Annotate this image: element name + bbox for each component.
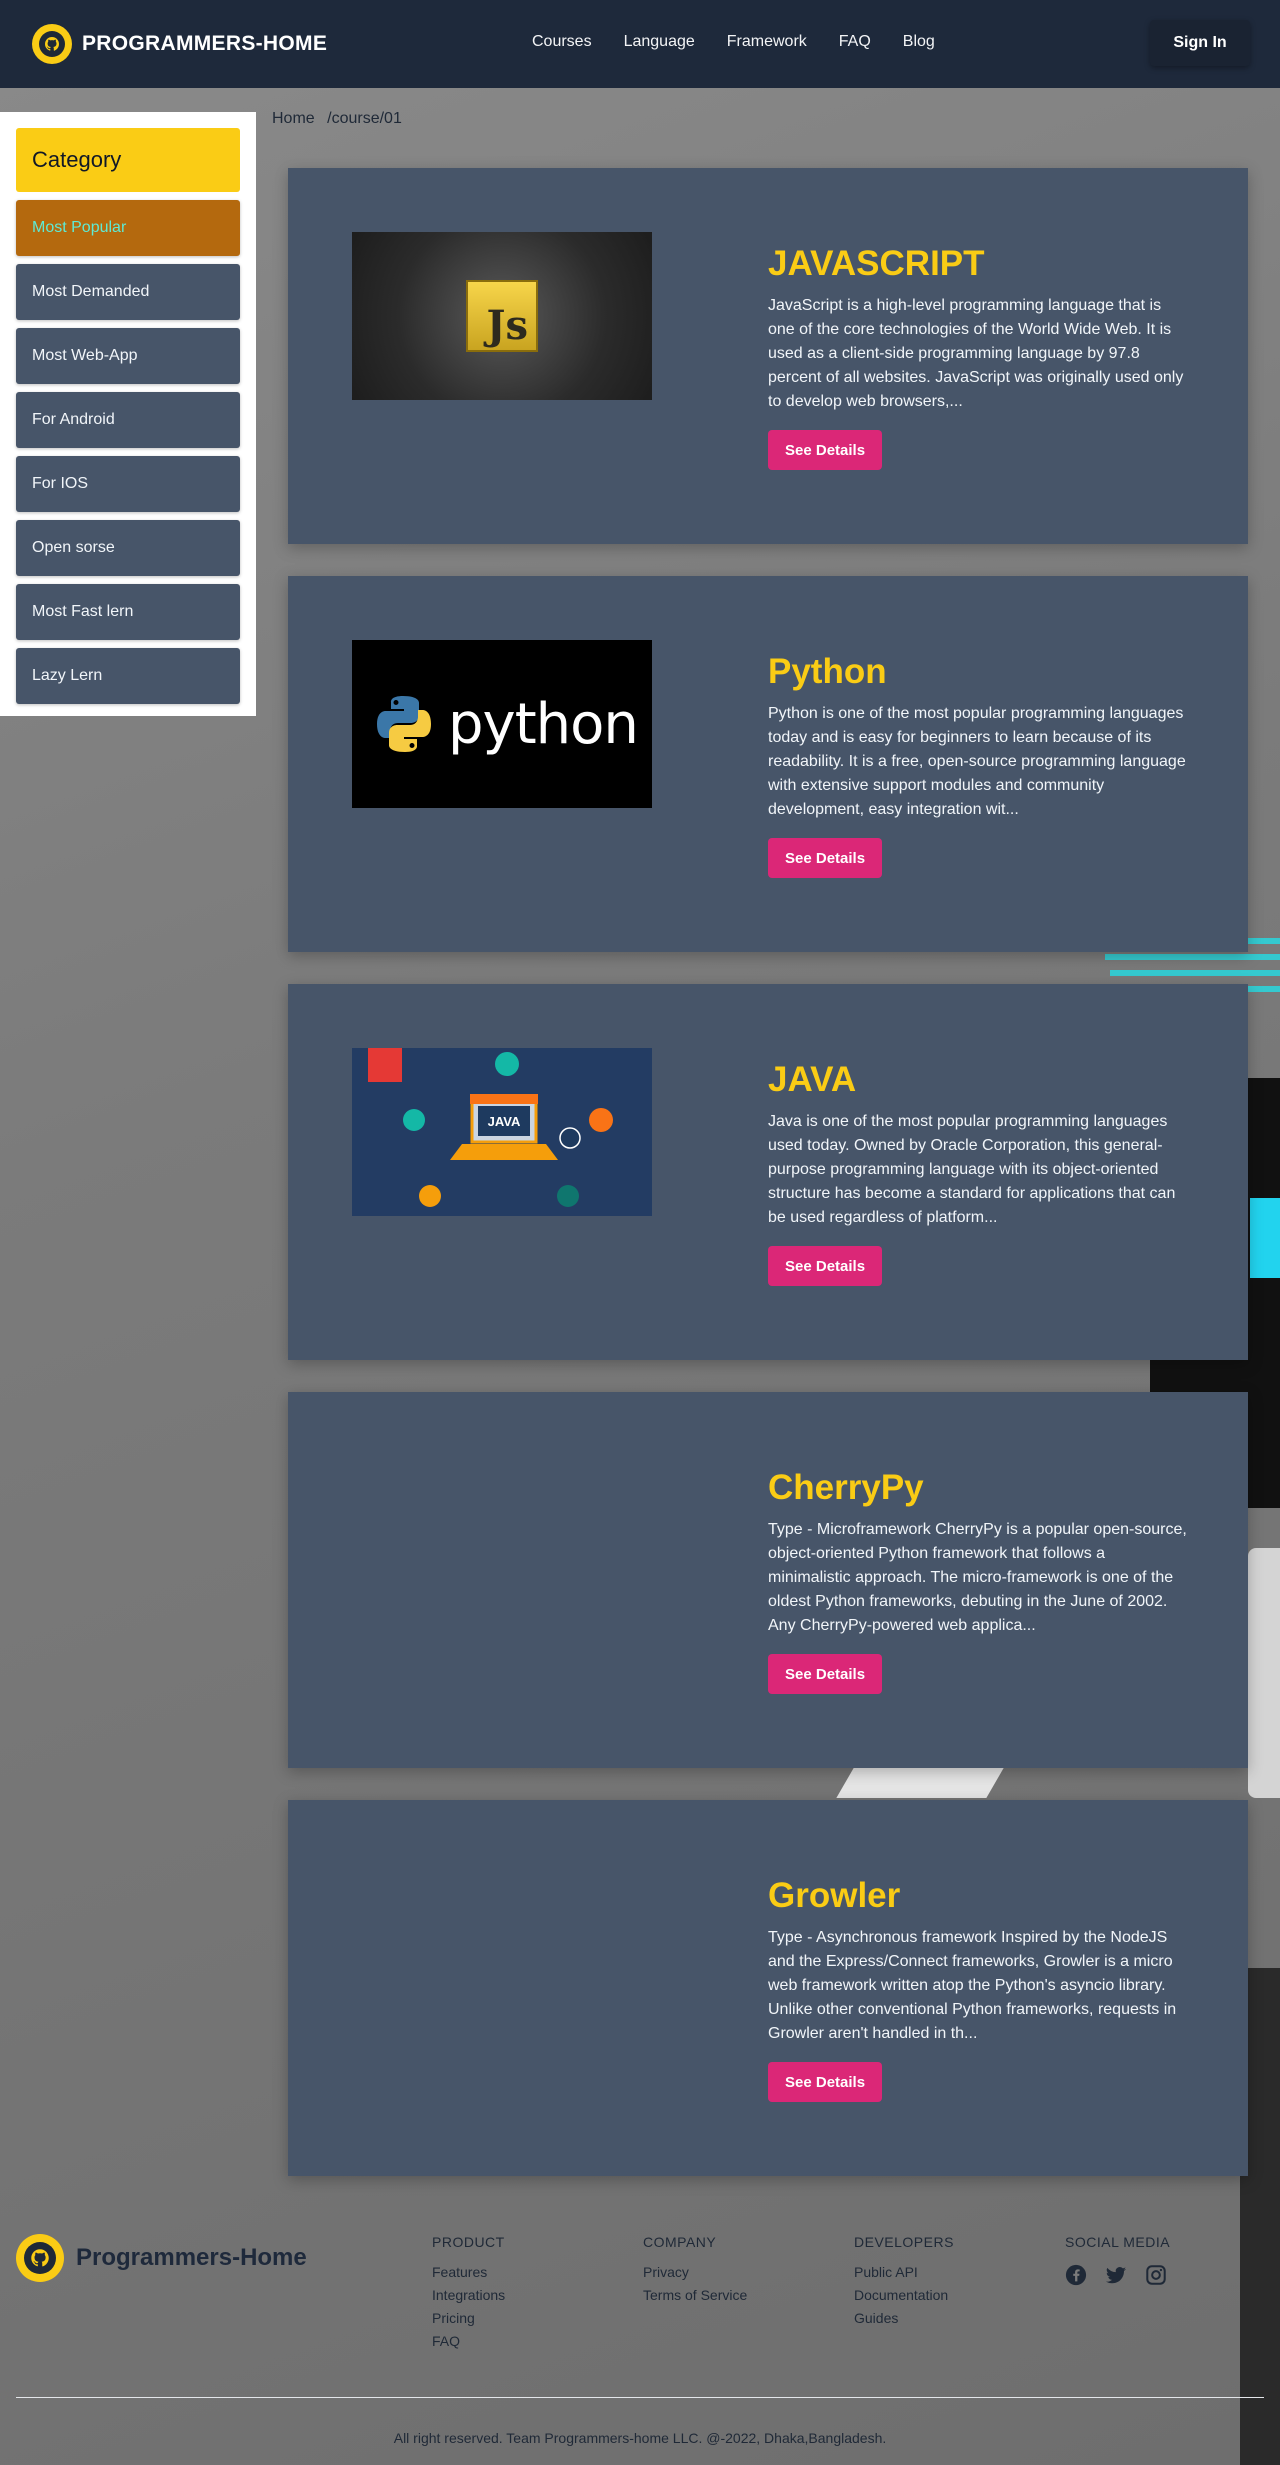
nav-blog[interactable]: Blog bbox=[903, 33, 935, 51]
course-title: CherryPy bbox=[768, 1468, 924, 1507]
facebook-icon[interactable] bbox=[1065, 2264, 1087, 2286]
course-description: Type - Asynchronous framework Inspired b… bbox=[768, 1929, 1177, 2042]
instagram-icon[interactable] bbox=[1145, 2264, 1167, 2286]
footer-link-guides[interactable]: Guides bbox=[854, 2310, 954, 2326]
footer-link-privacy[interactable]: Privacy bbox=[643, 2264, 747, 2280]
nav-framework[interactable]: Framework bbox=[727, 33, 807, 51]
main-nav: Courses Language Framework FAQ Blog bbox=[532, 33, 935, 51]
octocat-logo-icon bbox=[16, 2234, 64, 2282]
category-most-demanded[interactable]: Most Demanded bbox=[16, 264, 240, 320]
category-most-popular[interactable]: Most Popular bbox=[16, 200, 240, 256]
see-details-button[interactable]: See Details bbox=[768, 1654, 883, 1694]
course-card-growler: Growler Type - Asynchronous framework In… bbox=[288, 1800, 1248, 2176]
footer-col-company: COMPANY Privacy Terms of Service bbox=[643, 2234, 747, 2310]
category-sidebar: Category Most Popular Most Demanded Most… bbox=[0, 112, 256, 716]
top-navbar: PROGRAMMERS-HOME Courses Language Framew… bbox=[0, 0, 1280, 88]
see-details-button[interactable]: See Details bbox=[768, 2062, 883, 2102]
nav-language[interactable]: Language bbox=[624, 33, 695, 51]
footer-link-features[interactable]: Features bbox=[432, 2264, 505, 2280]
footer-link-public-api[interactable]: Public API bbox=[854, 2264, 954, 2280]
category-most-fast-lern[interactable]: Most Fast lern bbox=[16, 584, 240, 640]
category-title: Category bbox=[16, 128, 240, 192]
java-illustration: JAVA bbox=[368, 1048, 613, 1207]
course-list: Js JAVASCRIPT JavaScript is a high-level… bbox=[288, 168, 1248, 2208]
footer-link-integrations[interactable]: Integrations bbox=[432, 2287, 505, 2303]
brand-link[interactable]: PROGRAMMERS-HOME bbox=[32, 24, 327, 64]
category-lazy-lern[interactable]: Lazy Lern bbox=[16, 648, 240, 704]
python-thumbnail: python bbox=[352, 640, 652, 808]
breadcrumb-path: /course/01 bbox=[327, 110, 402, 127]
brand-name: PROGRAMMERS-HOME bbox=[82, 32, 328, 55]
category-for-ios[interactable]: For IOS bbox=[16, 456, 240, 512]
course-description: Type - Microframework CherryPy is a popu… bbox=[768, 1521, 1187, 1634]
category-open-sorse[interactable]: Open sorse bbox=[16, 520, 240, 576]
twitter-icon[interactable] bbox=[1105, 2264, 1127, 2286]
category-for-android[interactable]: For Android bbox=[16, 392, 240, 448]
footer-brand[interactable]: Programmers-Home bbox=[16, 2234, 307, 2282]
footer-col-developers: DEVELOPERS Public API Documentation Guid… bbox=[854, 2234, 954, 2333]
javascript-thumbnail: Js bbox=[352, 232, 652, 400]
footer-link-pricing[interactable]: Pricing bbox=[432, 2310, 505, 2326]
python-logo-icon bbox=[377, 696, 431, 752]
course-card-javascript: Js JAVASCRIPT JavaScript is a high-level… bbox=[288, 168, 1248, 544]
see-details-button[interactable]: See Details bbox=[768, 430, 883, 470]
octocat-logo-icon bbox=[32, 24, 72, 64]
course-title: JAVA bbox=[768, 1060, 857, 1099]
course-card-cherrypy: CherryPy Type - Microframework CherryPy … bbox=[288, 1392, 1248, 1768]
nav-faq[interactable]: FAQ bbox=[839, 33, 871, 51]
footer-link-faq[interactable]: FAQ bbox=[432, 2333, 505, 2349]
see-details-button[interactable]: See Details bbox=[768, 1246, 883, 1286]
course-description: Java is one of the most popular programm… bbox=[768, 1113, 1176, 1226]
java-thumbnail: JAVA bbox=[352, 1048, 652, 1216]
footer-col-social: SOCIAL MEDIA bbox=[1065, 2234, 1170, 2286]
python-wordmark: python bbox=[448, 691, 639, 757]
breadcrumb-home[interactable]: Home bbox=[272, 110, 315, 127]
course-card-java: JAVA JAVA Java is one of the most popula… bbox=[288, 984, 1248, 1360]
breadcrumb: Home /course/01 bbox=[272, 110, 410, 128]
course-description: Python is one of the most popular progra… bbox=[768, 705, 1186, 818]
course-title: Python bbox=[768, 652, 887, 691]
footer-col-product: PRODUCT Features Integrations Pricing FA… bbox=[432, 2234, 505, 2356]
course-title: Growler bbox=[768, 1876, 901, 1915]
see-details-button[interactable]: See Details bbox=[768, 838, 883, 878]
js-logo-icon: Js bbox=[466, 280, 538, 352]
footer-link-documentation[interactable]: Documentation bbox=[854, 2287, 954, 2303]
footer-link-terms[interactable]: Terms of Service bbox=[643, 2287, 747, 2303]
java-illustration-label: JAVA bbox=[488, 1114, 521, 1129]
site-footer: Programmers-Home PRODUCT Features Integr… bbox=[0, 2220, 1280, 2465]
sign-in-button[interactable]: Sign In bbox=[1150, 20, 1250, 66]
footer-heading: DEVELOPERS bbox=[854, 2234, 954, 2250]
footer-heading: SOCIAL MEDIA bbox=[1065, 2234, 1171, 2250]
footer-divider bbox=[16, 2397, 1264, 2398]
course-title: JAVASCRIPT bbox=[768, 244, 985, 283]
copyright-text: All right reserved. Team Programmers-hom… bbox=[393, 2430, 887, 2446]
footer-heading: COMPANY bbox=[643, 2234, 717, 2250]
category-most-web-app[interactable]: Most Web-App bbox=[16, 328, 240, 384]
nav-courses[interactable]: Courses bbox=[532, 33, 592, 51]
course-description: JavaScript is a high-level programming l… bbox=[768, 297, 1184, 410]
footer-brand-name: Programmers-Home bbox=[76, 2244, 307, 2271]
footer-heading: PRODUCT bbox=[432, 2234, 505, 2250]
course-card-python: python Python Python is one of the most … bbox=[288, 576, 1248, 952]
